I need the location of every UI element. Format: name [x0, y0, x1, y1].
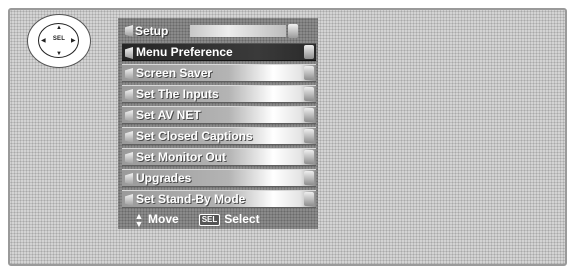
menu-item-cap: [304, 150, 314, 164]
remote-dpad-icon: ▲ ▼ ◀ ▶ SEL: [27, 14, 91, 68]
menu-item-label: Set Monitor Out: [136, 150, 226, 164]
menu-title-bar: [190, 25, 286, 37]
menu-footer-hints: ▲ ▼ Move SEL Select: [134, 210, 260, 229]
menu-item-upgrades[interactable]: Upgrades: [122, 169, 316, 187]
sel-key-icon: SEL: [198, 213, 221, 226]
menu-title-row: Setup: [122, 22, 300, 40]
menu-item-screen-saver[interactable]: Screen Saver: [122, 64, 316, 82]
menu-item-label: Set AV NET: [136, 108, 201, 122]
menu-item-tab-icon: [125, 68, 133, 80]
dpad-down-icon: ▼: [56, 51, 62, 57]
menu-item-cap: [304, 45, 314, 59]
menu-item-set-monitor-out[interactable]: Set Monitor Out: [122, 148, 316, 166]
select-hint-label: Select: [224, 212, 260, 226]
menu-item-label: Set Closed Captions: [136, 129, 253, 143]
menu-item-label: Set Stand-By Mode: [136, 192, 246, 206]
menu-title: Setup: [135, 24, 169, 38]
menu-item-label: Menu Preference: [136, 45, 233, 59]
menu-item-set-av-net[interactable]: Set AV NET: [122, 106, 316, 124]
menu-item-tab-icon: [125, 152, 133, 164]
menu-item-set-stand-by-mode[interactable]: Set Stand-By Mode: [122, 190, 316, 208]
move-hint-label: Move: [148, 212, 179, 226]
menu-item-tab-icon: [125, 131, 133, 143]
menu-item-menu-preference[interactable]: Menu Preference: [122, 43, 316, 61]
menu-item-cap: [304, 129, 314, 143]
menu-item-tab-icon: [125, 194, 133, 206]
menu-item-tab-icon: [125, 47, 133, 59]
dpad-up-icon: ▲: [56, 25, 62, 31]
menu-item-cap: [304, 171, 314, 185]
menu-item-tab-icon: [125, 110, 133, 122]
menu-item-set-the-inputs[interactable]: Set The Inputs: [122, 85, 316, 103]
up-down-arrows-icon: ▲ ▼: [134, 210, 144, 229]
menu-item-label: Upgrades: [136, 171, 192, 185]
menu-title-cap: [288, 24, 298, 38]
menu-item-tab-icon: [125, 89, 133, 101]
sel-key-label: SEL: [52, 36, 66, 42]
menu-item-cap: [304, 66, 314, 80]
menu-item-tab-icon: [125, 173, 133, 185]
menu-item-cap: [304, 87, 314, 101]
menu-item-label: Set The Inputs: [136, 87, 219, 101]
menu-item-cap: [304, 192, 314, 206]
menu-item-label: Screen Saver: [136, 66, 213, 80]
menu-item-cap: [304, 108, 314, 122]
menu-item-set-closed-captions[interactable]: Set Closed Captions: [122, 127, 316, 145]
